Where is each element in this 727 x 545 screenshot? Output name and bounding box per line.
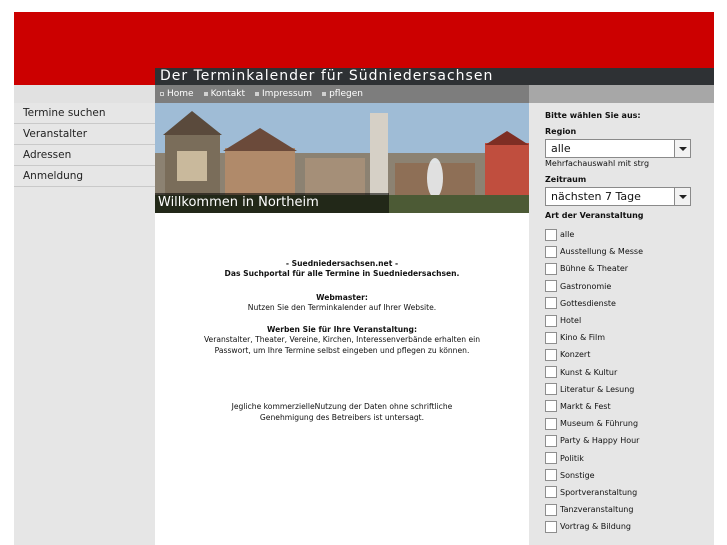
category-label: Kino & Film [560, 333, 606, 343]
banner-image: Willkommen in Northeim [155, 103, 529, 213]
category-option[interactable]: Politik [545, 449, 643, 466]
legal-text-line2: Genehmigung des Betreibers ist untersagt… [259, 413, 425, 422]
art-label: Art der Veranstaltung [545, 211, 644, 220]
legal-text-line1: Jegliche kommerzielleNutzung der Daten o… [231, 402, 453, 411]
category-checkbox[interactable] [545, 503, 557, 516]
topnav-label: Kontakt [210, 89, 246, 99]
category-option[interactable]: Gottesdienste [545, 295, 643, 312]
topnav-label: Home [167, 89, 194, 99]
region-select-value: alle [551, 142, 571, 155]
category-label: Kunst & Kultur [560, 367, 618, 377]
category-option[interactable]: alle [545, 226, 643, 243]
bullet-icon [255, 92, 260, 96]
category-option[interactable]: Sportveranstaltung [545, 484, 643, 501]
tagline: Das Suchportal für alle Termine in Suedn… [224, 269, 460, 278]
category-label: Literatur & Lesung [560, 384, 635, 394]
main-content: - Suedniedersachsen.net - Das Suchportal… [155, 213, 529, 545]
category-option[interactable]: Literatur & Lesung [545, 381, 643, 398]
sidebar-item-termine-suchen[interactable]: Termine suchen [14, 103, 155, 124]
category-checkbox[interactable] [545, 262, 557, 275]
zeitraum-label: Zeitraum [545, 175, 587, 184]
category-checkbox[interactable] [545, 331, 557, 344]
filter-heading: Bitte wählen Sie aus: [545, 111, 641, 120]
category-label: Hotel [560, 316, 582, 326]
sidebar-item-adressen[interactable]: Adressen [14, 145, 155, 166]
category-checkbox[interactable] [545, 417, 557, 430]
topnav-label: Impressum [262, 89, 313, 99]
category-label: Tanzveranstaltung [560, 505, 634, 515]
bullet-icon [322, 92, 327, 96]
bullet-icon [160, 92, 164, 96]
region-label: Region [545, 127, 577, 136]
category-checkbox[interactable] [545, 348, 557, 361]
category-label: alle [560, 230, 575, 240]
category-option[interactable]: Party & Happy Hour [545, 432, 643, 449]
category-checkbox[interactable] [545, 366, 557, 379]
category-option[interactable]: Kunst & Kultur [545, 364, 643, 381]
category-label: Gottesdienste [560, 298, 616, 308]
category-label: Markt & Fest [560, 401, 611, 411]
webmaster-heading: Webmaster: [316, 293, 368, 302]
site-title: Der Terminkalender für Südniedersachsen [155, 68, 714, 85]
category-label: Party & Happy Hour [560, 436, 640, 446]
sidebar-item-anmeldung[interactable]: Anmeldung [14, 166, 155, 187]
category-option[interactable]: Museum & Führung [545, 415, 643, 432]
topnav-label: pflegen [329, 89, 363, 99]
category-option[interactable]: Bühne & Theater [545, 260, 643, 277]
category-checkbox[interactable] [545, 228, 557, 241]
category-label: Sportveranstaltung [560, 487, 638, 497]
zeitraum-select-value: nächsten 7 Tage [551, 190, 641, 203]
filter-panel: Bitte wählen Sie aus: Region alle Mehrfa… [529, 103, 714, 545]
multi-select-hint: Mehrfachauswahl mit strg [545, 159, 650, 168]
category-label: Bühne & Theater [560, 264, 629, 274]
category-label: Sonstige [560, 470, 595, 480]
category-label: Vortrag & Bildung [560, 522, 631, 532]
category-option[interactable]: Kino & Film [545, 329, 643, 346]
category-label: Konzert [560, 350, 591, 360]
category-label: Gastronomie [560, 281, 612, 291]
region-select[interactable]: alle [545, 139, 691, 158]
top-navigation: Home Kontakt Impressum pflegen [160, 85, 363, 103]
promo-text-line1: Veranstalter, Theater, Vereine, Kirchen,… [203, 335, 481, 344]
category-option[interactable]: Sonstige [545, 467, 643, 484]
topnav-pflegen[interactable]: pflegen [322, 89, 363, 99]
webmaster-text: Nutzen Sie den Terminkalender auf Ihrer … [247, 303, 437, 312]
category-option[interactable]: Markt & Fest [545, 398, 643, 415]
category-checkbox[interactable] [545, 469, 557, 482]
category-label: Politik [560, 453, 584, 463]
category-checkbox[interactable] [545, 486, 557, 499]
category-option[interactable]: Hotel [545, 312, 643, 329]
category-checkbox[interactable] [545, 400, 557, 413]
category-checkbox[interactable] [545, 245, 557, 258]
category-option[interactable]: Tanzveranstaltung [545, 501, 643, 518]
sidebar-item-veranstalter[interactable]: Veranstalter [14, 124, 155, 145]
category-checkbox[interactable] [545, 280, 557, 293]
banner-caption: Willkommen in Northeim [155, 193, 389, 213]
category-label: Museum & Führung [560, 419, 639, 429]
category-option[interactable]: Ausstellung & Messe [545, 243, 643, 260]
topnav-impressum[interactable]: Impressum [255, 89, 312, 99]
category-checkbox[interactable] [545, 520, 557, 533]
category-checkbox-list: alle Ausstellung & Messe Bühne & Theater Ga… [545, 226, 643, 535]
site-name: - Suedniedersachsen.net - [285, 259, 399, 268]
promo-text-line2: Passwort, um Ihre Termine selbst eingebe… [214, 346, 470, 355]
sidebar: Termine suchen Veranstalter Adressen Anm… [14, 103, 155, 545]
promo-heading: Werben Sie für Ihre Veranstaltung: [266, 325, 418, 334]
category-checkbox[interactable] [545, 434, 557, 447]
category-option[interactable]: Vortrag & Bildung [545, 518, 643, 535]
bullet-icon [203, 92, 208, 96]
chevron-down-icon [674, 140, 690, 157]
category-checkbox[interactable] [545, 383, 557, 396]
category-checkbox[interactable] [545, 314, 557, 327]
category-label: Ausstellung & Messe [560, 247, 644, 257]
category-checkbox[interactable] [545, 452, 557, 465]
nav-strip-right [529, 85, 714, 103]
zeitraum-select[interactable]: nächsten 7 Tage [545, 187, 691, 206]
category-option[interactable]: Gastronomie [545, 278, 643, 295]
topnav-kontakt[interactable]: Kontakt [203, 89, 246, 99]
category-option[interactable]: Konzert [545, 346, 643, 363]
category-checkbox[interactable] [545, 297, 557, 310]
chevron-down-icon [674, 188, 690, 205]
topnav-home[interactable]: Home [160, 89, 194, 99]
